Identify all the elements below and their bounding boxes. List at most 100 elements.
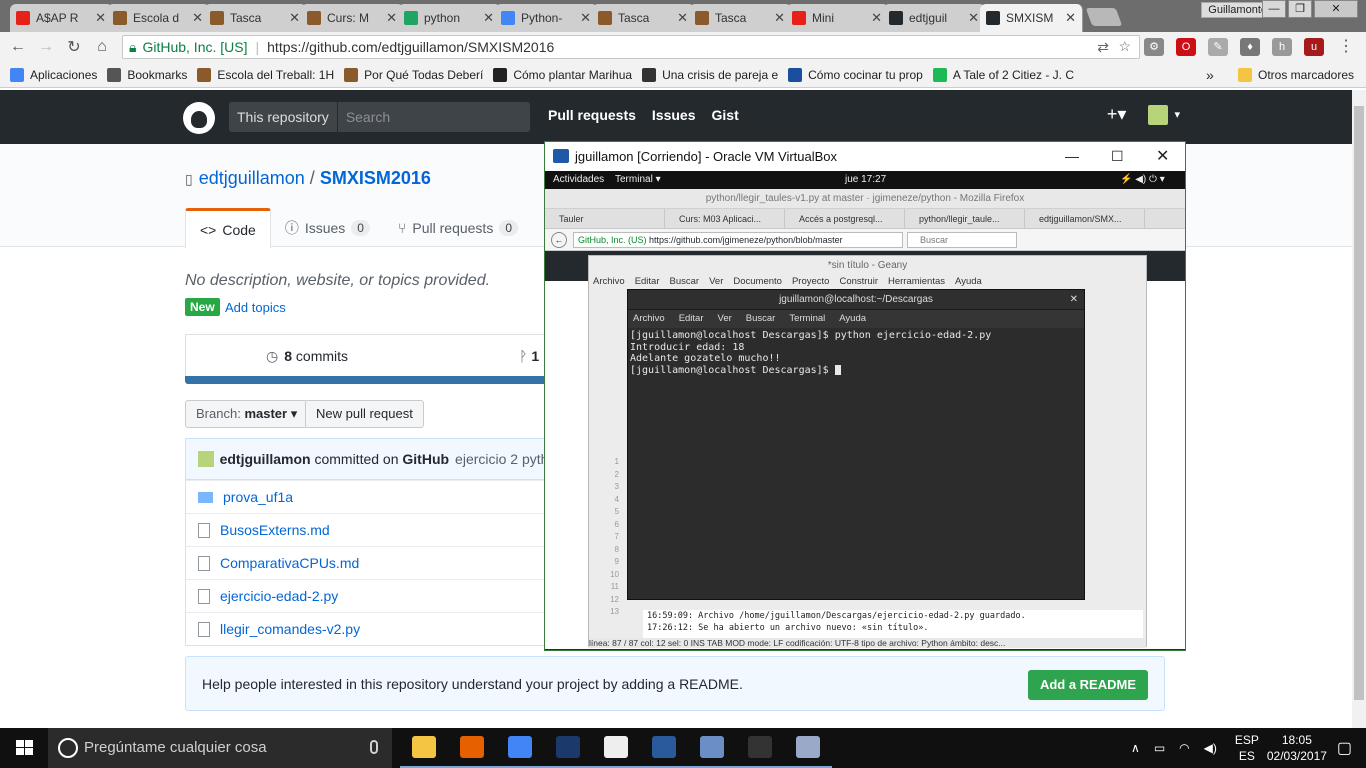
vbox-minimize-button[interactable]: — <box>1065 142 1079 171</box>
file-name-link[interactable]: BusosExterns.md <box>220 522 330 538</box>
tab-close-icon[interactable]: ✕ <box>774 10 785 26</box>
terminal-menu-item[interactable]: Ayuda <box>839 310 866 328</box>
extension-icon[interactable]: ♦ <box>1240 38 1260 56</box>
cortana-search[interactable]: Pregúntame cualquier cosa <box>48 728 392 768</box>
language-indicator[interactable]: ESP ES <box>1227 732 1267 764</box>
ff-search-input[interactable]: Buscar <box>907 232 1017 248</box>
tab-pull-requests[interactable]: ⑂ Pull requests 0 <box>384 208 532 248</box>
bookmark-item[interactable]: A Tale of 2 Citiez - J. C <box>932 67 1074 82</box>
chevron-down-icon[interactable]: ▾ <box>1174 108 1180 121</box>
nav-pull-requests[interactable]: Pull requests <box>548 107 636 123</box>
bookmark-item[interactable]: Escola del Treball: 1H <box>197 67 334 82</box>
back-icon[interactable]: ← <box>4 38 32 56</box>
bookmark-item[interactable]: Una crisis de pareja e <box>642 67 778 82</box>
ff-back-icon[interactable]: ← <box>551 232 567 248</box>
address-bar[interactable]: 🔒︎ GitHub, Inc. [US] | https://github.co… <box>122 35 1140 59</box>
browser-tab[interactable]: python ✕ <box>398 4 501 32</box>
terminal-close-icon[interactable]: ✕ <box>1070 290 1078 310</box>
home-icon[interactable]: ⌂ <box>88 38 116 56</box>
gnome-app-menu[interactable]: Terminal ▾ <box>615 171 661 189</box>
bookmark-item[interactable]: Por Qué Todas Deberí <box>344 67 483 82</box>
translate-icon[interactable]: ⇄ <box>1097 39 1109 56</box>
tab-code[interactable]: <> Code <box>185 208 271 248</box>
browser-tab[interactable]: Tasca ✕ <box>592 4 695 32</box>
tab-close-icon[interactable]: ✕ <box>386 10 397 26</box>
terminal-menu-item[interactable]: Editar <box>679 310 704 328</box>
gnome-status-icons[interactable]: ⚡ ◀) ⏻ ▾ <box>1120 171 1165 189</box>
bookmark-item[interactable]: Bookmarks <box>107 67 187 82</box>
ff-address-bar[interactable]: GitHub, Inc. (US) https://github.com/jgi… <box>573 232 903 248</box>
search-input[interactable]: Search <box>338 102 390 132</box>
nav-issues[interactable]: Issues <box>652 107 696 123</box>
tab-close-icon[interactable]: ✕ <box>289 10 300 26</box>
extension-icon[interactable]: ✎ <box>1208 38 1228 56</box>
tab-close-icon[interactable]: ✕ <box>483 10 494 26</box>
browser-tab[interactable]: Curs: M ✕ <box>301 4 404 32</box>
browser-tab[interactable]: Tasca ✕ <box>689 4 792 32</box>
bookmark-star-icon[interactable]: ☆ <box>1118 38 1131 55</box>
taskbar-app-virtualbox[interactable] <box>688 728 736 768</box>
new-tab-button[interactable] <box>1085 8 1123 26</box>
tab-issues[interactable]: ⓘ Issues 0 <box>271 208 384 248</box>
taskbar-app-chrome[interactable] <box>496 728 544 768</box>
ff-tab[interactable]: Accés a postgresql... <box>785 209 905 228</box>
extension-icon[interactable]: ⚙ <box>1144 38 1164 56</box>
opera-icon[interactable]: O <box>1176 38 1196 56</box>
scrollbar-thumb[interactable] <box>1354 106 1364 700</box>
terminal-menu-item[interactable]: Archivo <box>633 310 665 328</box>
new-pull-request-button[interactable]: New pull request <box>305 400 424 428</box>
browser-tab[interactable]: Escola d ✕ <box>107 4 210 32</box>
menu-icon[interactable]: ⋮ <box>1336 38 1356 56</box>
ff-tab[interactable]: Tauler <box>545 209 665 228</box>
file-name-link[interactable]: ejercicio-edad-2.py <box>220 588 338 604</box>
avatar[interactable] <box>1148 104 1169 125</box>
browser-tab[interactable]: Python- ✕ <box>495 4 598 32</box>
nav-gist[interactable]: Gist <box>712 107 739 123</box>
file-name-link[interactable]: ComparativaCPUs.md <box>220 555 359 571</box>
notifications-icon[interactable]: ▢ <box>1337 738 1352 758</box>
tab-close-icon[interactable]: ✕ <box>968 10 979 26</box>
ff-tab[interactable]: edtjguillamon/SMX... <box>1025 209 1145 228</box>
bookmark-item[interactable]: Aplicaciones <box>10 67 97 82</box>
file-name-link[interactable]: llegir_comandes-v2.py <box>220 621 360 637</box>
battery-icon[interactable]: ▭ <box>1154 741 1165 755</box>
terminal-menu-item[interactable]: Terminal <box>789 310 825 328</box>
add-readme-button[interactable]: Add a README <box>1027 670 1148 700</box>
commit-author[interactable]: edtjguillamon <box>220 451 311 467</box>
terminal-menu-item[interactable]: Ver <box>718 310 732 328</box>
vbox-close-button[interactable]: ✕ <box>1156 142 1169 171</box>
reload-icon[interactable]: ↻ <box>60 37 88 57</box>
page-scrollbar[interactable] <box>1352 90 1366 728</box>
taskbar-app-terminal[interactable] <box>736 728 784 768</box>
forward-icon[interactable]: → <box>32 38 60 56</box>
terminal-output[interactable]: [jguillamon@localhost Descargas]$ python… <box>628 328 1084 378</box>
taskbar-app-app-blue[interactable] <box>640 728 688 768</box>
add-topics-link[interactable]: Add topics <box>225 300 286 315</box>
browser-tab[interactable]: Tasca ✕ <box>204 4 307 32</box>
browser-tab[interactable]: SMXISM ✕ <box>980 4 1083 32</box>
branches-link[interactable]: ᚹ1 <box>519 348 539 364</box>
browser-tab[interactable]: edtjguil ✕ <box>883 4 986 32</box>
repo-name-link[interactable]: SMXISM2016 <box>320 168 431 188</box>
browser-tab[interactable]: Mini ✕ <box>786 4 889 32</box>
gnome-activities[interactable]: Actividades <box>553 171 604 189</box>
bookmark-item[interactable]: Cómo cocinar tu prop <box>788 67 923 82</box>
taskbar-app-league[interactable] <box>544 728 592 768</box>
tab-close-icon[interactable]: ✕ <box>95 10 106 26</box>
tab-close-icon[interactable]: ✕ <box>677 10 688 26</box>
bookmarks-overflow-button[interactable]: » <box>1206 67 1214 83</box>
browser-tab[interactable]: A$AP R ✕ <box>10 4 113 32</box>
taskbar-app-camera[interactable] <box>592 728 640 768</box>
taskbar-app-network-app[interactable] <box>784 728 832 768</box>
tab-close-icon[interactable]: ✕ <box>192 10 203 26</box>
clock[interactable]: 18:05 02/03/2017 <box>1267 732 1327 764</box>
create-new-button[interactable]: +▾ <box>1107 104 1127 125</box>
microphone-icon[interactable] <box>370 740 378 754</box>
ff-tab[interactable]: python/llegir_taule... <box>905 209 1025 228</box>
ff-tab[interactable]: Curs: M03 Aplicaci... <box>665 209 785 228</box>
branch-select-button[interactable]: Branch: master ▾ <box>185 400 309 428</box>
minimize-button[interactable]: — <box>1262 0 1286 18</box>
taskbar-app-file-explorer[interactable] <box>400 728 448 768</box>
taskbar-app-firefox[interactable] <box>448 728 496 768</box>
terminal-menu-item[interactable]: Buscar <box>746 310 776 328</box>
